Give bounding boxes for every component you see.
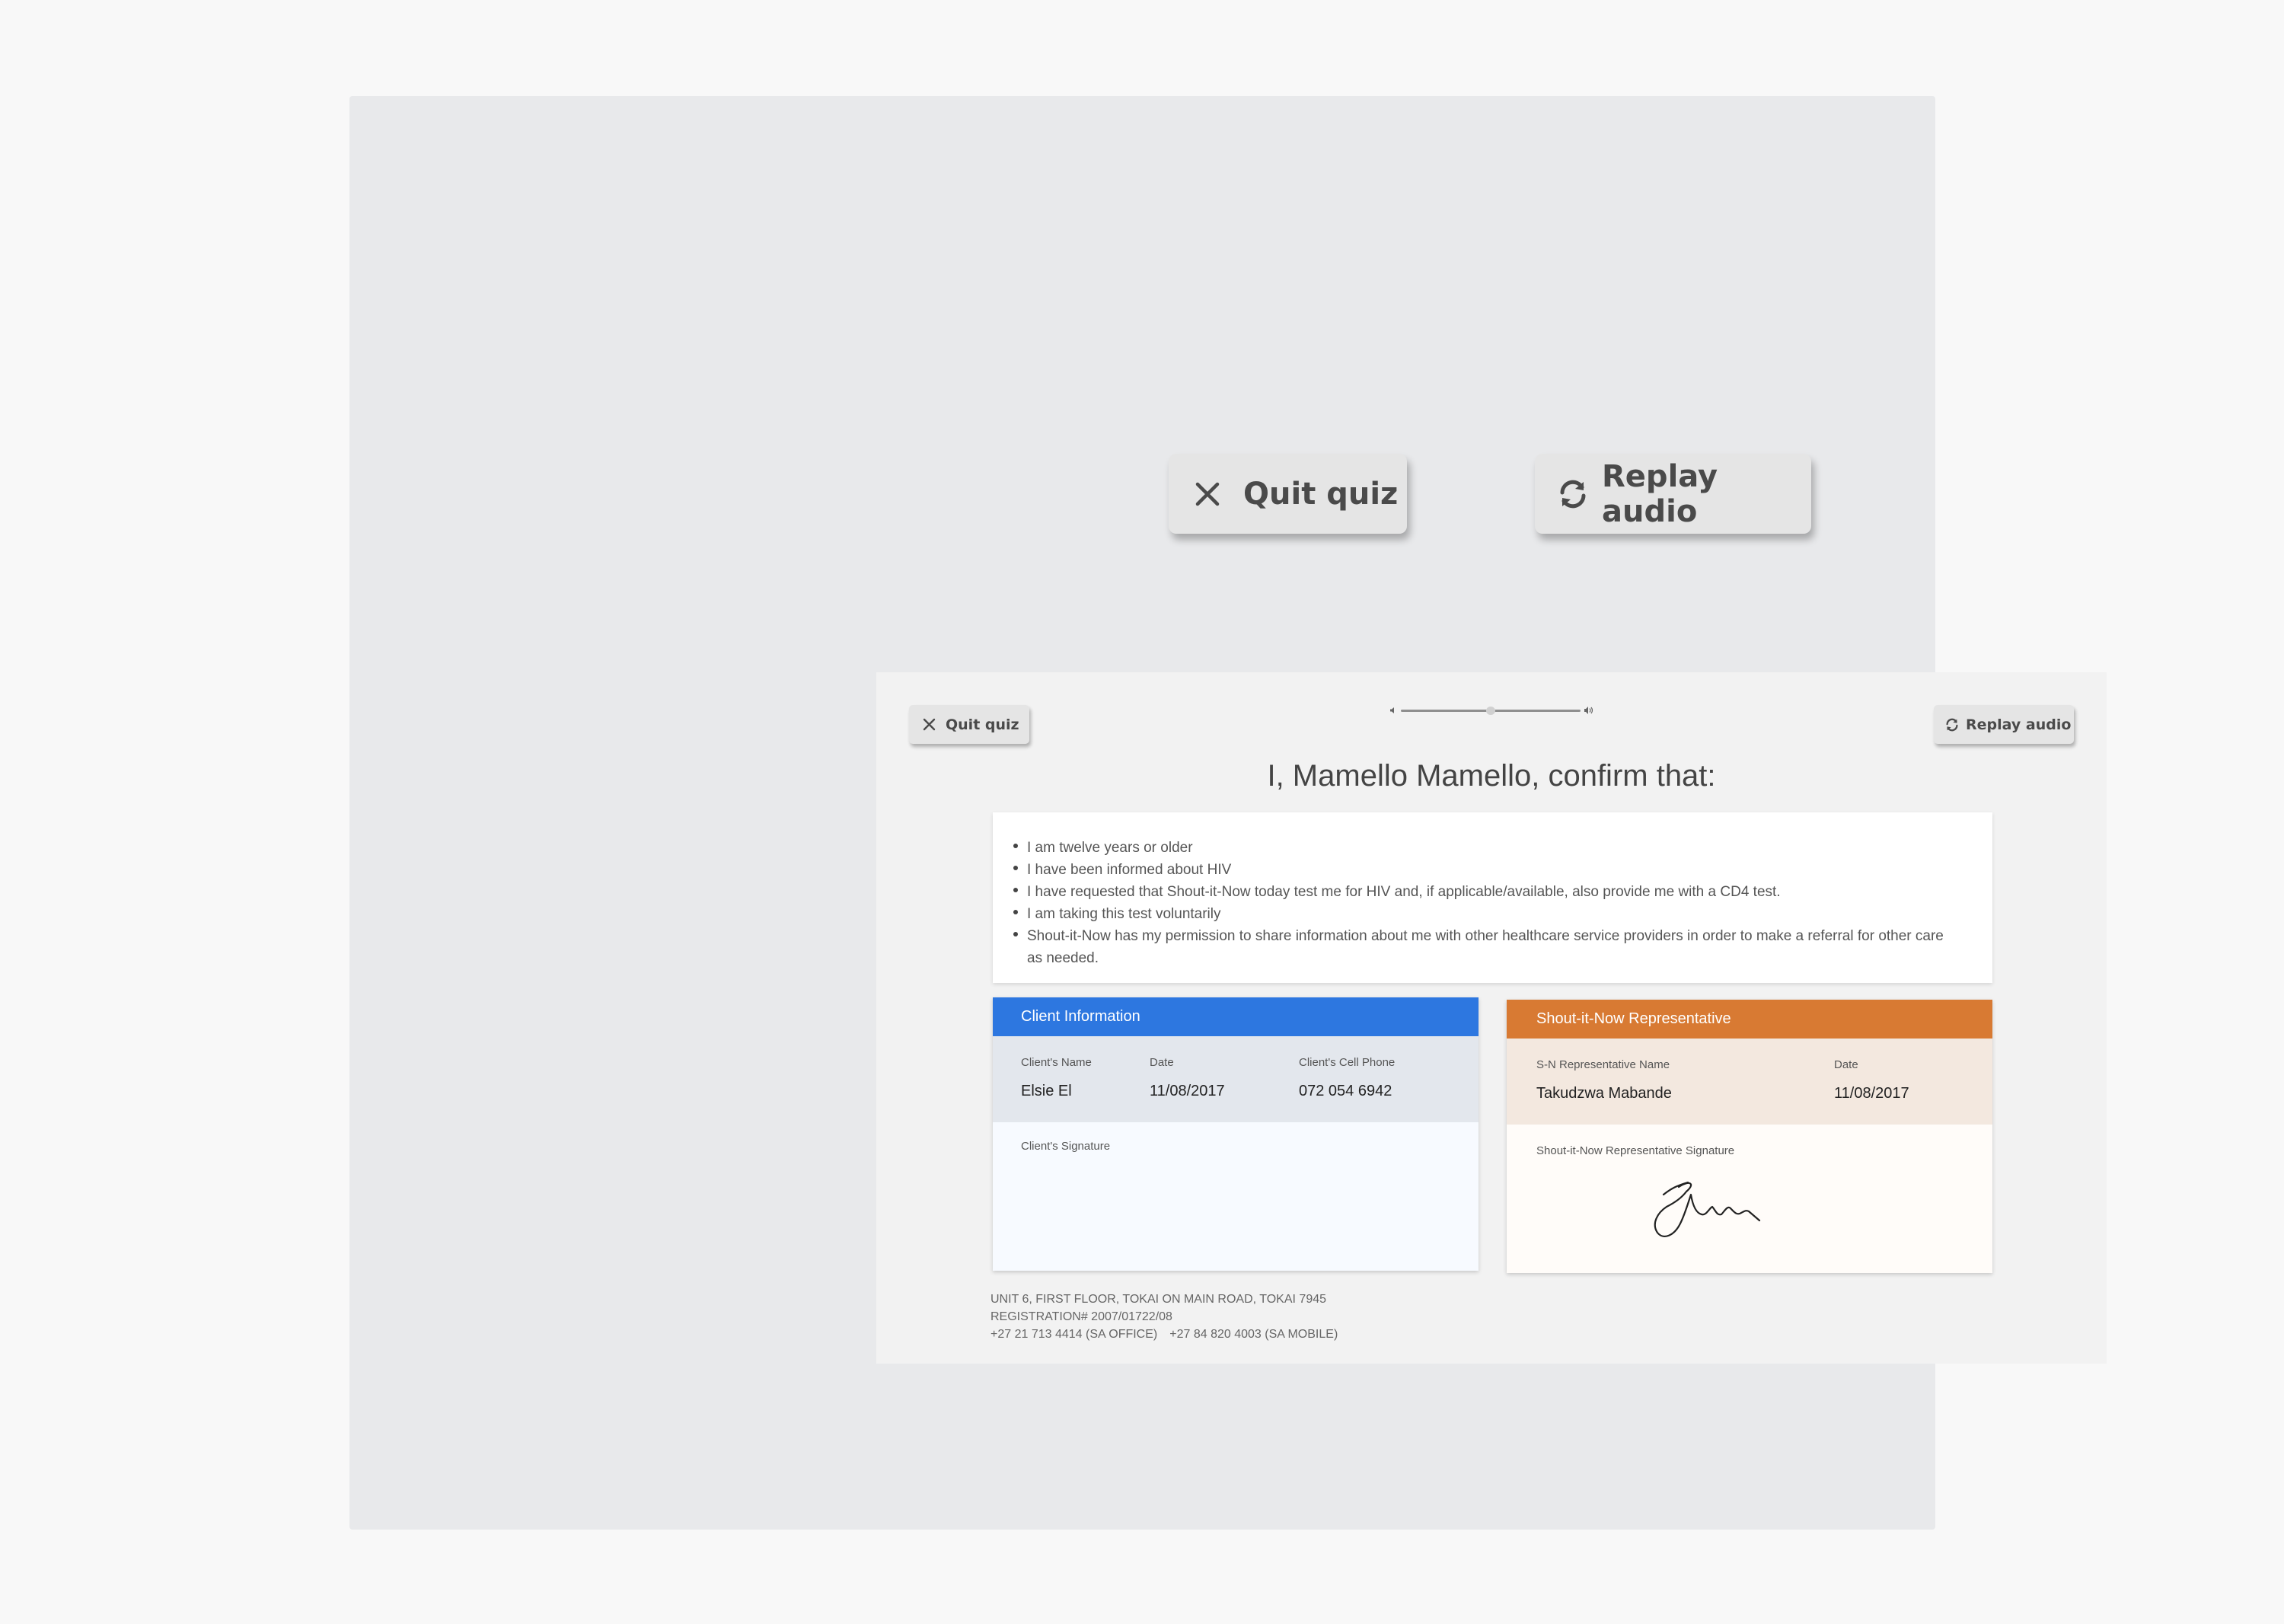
consent-title: I, Mamello Mamello, confirm that: <box>1267 759 1716 793</box>
consent-terms: I am twelve years or older I have been i… <box>993 812 1992 983</box>
refresh-icon <box>1555 475 1591 513</box>
organization-footer: UNIT 6, FIRST FLOOR, TOKAI ON MAIN ROAD,… <box>990 1291 1338 1343</box>
consent-screen: Quit quiz Replay audio I, Mamello Mamell… <box>876 672 2107 1364</box>
footer-phones: +27 21 713 4414 (SA OFFICE) +27 84 820 40… <box>990 1326 1338 1343</box>
quit-quiz-button-large[interactable]: Quit quiz <box>1169 454 1407 534</box>
footer-office-phone: +27 21 713 4414 (SA OFFICE) <box>990 1328 1158 1341</box>
client-phone-value: 072 054 6942 <box>1299 1083 1392 1099</box>
representative-date-label: Date <box>1834 1058 1858 1071</box>
footer-registration: REGISTRATION# 2007/01722/08 <box>990 1310 1172 1323</box>
representative-signature-label: Shout-it-Now Representative Signature <box>1536 1144 1735 1157</box>
refresh-icon <box>1943 716 1961 734</box>
app-stage: Quit quiz Replay audio Quit quiz Replay … <box>349 96 2107 1530</box>
consent-term: Shout-it-Now has my permission to share … <box>1013 925 1947 969</box>
representative-date-value: 11/08/2017 <box>1834 1085 1909 1102</box>
quit-quiz-label: Quit quiz <box>946 716 1019 733</box>
representative-card: Shout-it-Now Representative S-N Represen… <box>1507 1000 1992 1273</box>
audio-progress-knob[interactable] <box>1486 706 1495 715</box>
quit-quiz-button[interactable]: Quit quiz <box>909 705 1029 744</box>
representative-card-header: Shout-it-Now Representative <box>1507 1000 1992 1039</box>
replay-audio-button-large[interactable]: Replay audio <box>1535 454 1811 534</box>
audio-player <box>1389 704 1594 716</box>
client-name-label: Client's Name <box>1021 1056 1092 1069</box>
footer-mobile-phone: +27 84 820 4003 (SA MOBILE) <box>1169 1328 1338 1341</box>
close-icon <box>920 716 938 734</box>
replay-audio-label: Replay audio <box>1966 716 2072 733</box>
consent-term: I have requested that Shout-it-Now today… <box>1013 881 1947 903</box>
footer-address: UNIT 6, FIRST FLOOR, TOKAI ON MAIN ROAD,… <box>990 1293 1327 1306</box>
consent-term: I am taking this test voluntarily <box>1013 903 1947 925</box>
volume-low-icon <box>1389 706 1398 715</box>
client-details: Client's Name Elsie El Date 11/08/2017 C… <box>993 1036 1479 1122</box>
replay-audio-label-large: Replay audio <box>1602 458 1718 529</box>
close-icon <box>1188 475 1227 513</box>
client-phone-label: Client's Cell Phone <box>1299 1056 1396 1069</box>
client-information-card: Client Information Client's Name Elsie E… <box>993 997 1479 1271</box>
representative-name-value: Takudzwa Mabande <box>1536 1085 1672 1102</box>
client-signature-pad[interactable] <box>993 1122 1479 1271</box>
consent-term: I am twelve years or older <box>1013 837 1947 859</box>
replay-audio-button[interactable]: Replay audio <box>1934 705 2074 744</box>
volume-high-icon <box>1584 705 1594 716</box>
representative-details: S-N Representative Name Takudzwa Mabande… <box>1507 1039 1992 1125</box>
audio-progress-slider[interactable] <box>1401 706 1581 715</box>
representative-signature <box>1654 1181 1761 1237</box>
quit-quiz-label-large: Quit quiz <box>1243 476 1399 512</box>
client-date-label: Date <box>1150 1056 1174 1069</box>
client-date-value: 11/08/2017 <box>1150 1083 1225 1099</box>
client-card-header: Client Information <box>993 997 1479 1036</box>
representative-name-label: S-N Representative Name <box>1536 1058 1670 1071</box>
consent-term: I have been informed about HIV <box>1013 859 1947 881</box>
client-name-value: Elsie El <box>1021 1083 1072 1099</box>
